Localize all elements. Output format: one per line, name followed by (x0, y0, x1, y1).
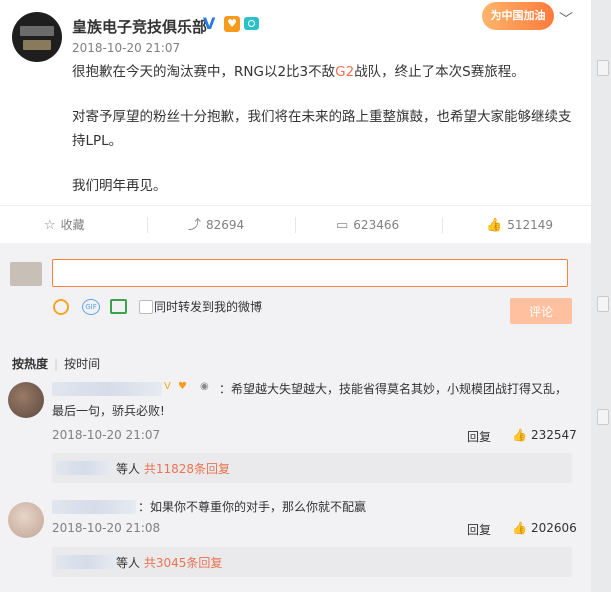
comment-icon: ▭ (336, 218, 349, 233)
sort-by-hot-tab[interactable]: 按热度 (12, 357, 48, 371)
thumbs-up-icon: 👍 (512, 428, 527, 442)
post-timestamp[interactable]: 2018-10-20 21:07 (72, 41, 180, 55)
favorite-button[interactable]: ☆ 收藏 (44, 206, 85, 244)
reply-preview[interactable]: 等人 共3045条回复 (52, 547, 572, 577)
comment-like-count: 232547 (530, 428, 577, 442)
repost-button[interactable]: ⤴ 82694 (188, 206, 244, 244)
action-divider (147, 217, 148, 233)
side-scroll-strip (591, 0, 611, 592)
verified-v-icon: V (203, 14, 216, 33)
comment-reply-button[interactable]: 回复 (467, 521, 491, 538)
repost-icon: ⤴ (188, 218, 202, 233)
author-name[interactable]: 皇族电子竞技俱乐部 (72, 16, 207, 37)
commenter-name[interactable] (52, 500, 136, 514)
reply-preview-names (56, 555, 116, 569)
reply-preview-text: 等人 共3045条回复 (116, 554, 222, 571)
paragraph-1-after: 战队，终止了本次S赛旅程。 (354, 64, 525, 80)
current-user-avatar (10, 262, 42, 286)
star-icon: ☆ (44, 218, 56, 233)
thumbs-up-icon: 👍 (486, 218, 503, 233)
comment-count: 623466 (353, 218, 400, 232)
comment-time: 2018-10-20 21:08 (52, 521, 161, 535)
favorite-label: 收藏 (60, 218, 85, 232)
reply-preview-prefix: 等人 (116, 556, 144, 570)
camera-icon[interactable] (244, 17, 259, 30)
submit-comment-button[interactable]: 评论 (510, 298, 572, 324)
like-count: 512149 (507, 218, 553, 232)
fan-badge-icon[interactable]: ♥ (224, 16, 240, 32)
image-icon[interactable] (110, 299, 127, 314)
gif-icon[interactable]: GIF (82, 299, 100, 315)
promo-badge[interactable]: 为中国加油 (482, 2, 554, 30)
side-marker (597, 296, 609, 312)
forward-label[interactable]: 同时转发到我的微博 (154, 298, 262, 315)
commenter-avatar[interactable] (8, 502, 44, 538)
side-marker (597, 60, 609, 76)
comment-text: ：希望越大失望越大，技能省得莫名其妙，小规模团战打得又乱，最后一句，骄兵必败! (52, 382, 568, 418)
post-paragraph-1: 很抱歉在今天的淘汰赛中，RNG以2比3不敌G2战队，终止了本次S赛旅程。 (72, 60, 572, 84)
post-paragraph-3: 我们明年再见。 (72, 178, 167, 194)
like-button[interactable]: 👍 512149 (486, 206, 553, 244)
comment-sort-bar: 按热度 | 按时间 (12, 355, 100, 372)
emoji-icon[interactable] (53, 299, 69, 315)
side-marker (597, 409, 609, 425)
forward-checkbox[interactable] (139, 300, 153, 314)
reply-preview[interactable]: 等人 共11828条回复 (52, 453, 572, 483)
reply-count-link[interactable]: 共11828条回复 (144, 462, 230, 476)
post-action-bar: ☆ 收藏 ⤴ 82694 ▭ 623466 👍 512149 (0, 205, 591, 245)
repost-count: 82694 (206, 218, 245, 232)
reply-preview-text: 等人 共11828条回复 (116, 460, 230, 477)
post-paragraph-2: 对寄予厚望的粉丝十分抱歉，我们将在未来的路上重整旗鼓，也希望大家能够继续支持LP… (72, 109, 572, 149)
team-link-g2[interactable]: G2 (335, 64, 354, 80)
avatar-logo-top (20, 26, 54, 36)
action-divider (295, 217, 296, 233)
sort-by-time-tab[interactable]: 按时间 (64, 357, 100, 371)
comment-button[interactable]: ▭ 623466 (336, 206, 399, 244)
comment-like-button[interactable]: 👍 202606 (512, 521, 577, 535)
reply-count-link[interactable]: 共3045条回复 (144, 556, 223, 570)
paragraph-1-before: 很抱歉在今天的淘汰赛中，RNG以2比3不敌 (72, 64, 336, 80)
weibo-post: 皇族电子竞技俱乐部 V ♥ 为中国加油 ﹀ 2018-10-20 21:07 很… (0, 0, 591, 592)
avatar-logo-bottom (23, 40, 51, 50)
sort-divider: | (54, 357, 59, 371)
comment-reply-button[interactable]: 回复 (467, 428, 491, 445)
commenter-avatar[interactable] (8, 382, 44, 418)
comment-like-button[interactable]: 👍 232547 (512, 428, 577, 442)
comment-time: 2018-10-20 21:07 (52, 428, 161, 442)
comment-like-count: 202606 (530, 521, 577, 535)
reply-preview-prefix: 等人 (116, 462, 144, 476)
action-divider (442, 217, 443, 233)
author-avatar[interactable] (12, 12, 62, 62)
comment-text: ：如果你不尊重你的对手，那么你就不配赢 (138, 500, 367, 514)
reply-preview-names (56, 461, 112, 475)
chevron-down-icon[interactable]: ﹀ (559, 9, 573, 29)
comment-input[interactable] (52, 259, 568, 287)
thumbs-up-icon: 👍 (512, 521, 527, 535)
